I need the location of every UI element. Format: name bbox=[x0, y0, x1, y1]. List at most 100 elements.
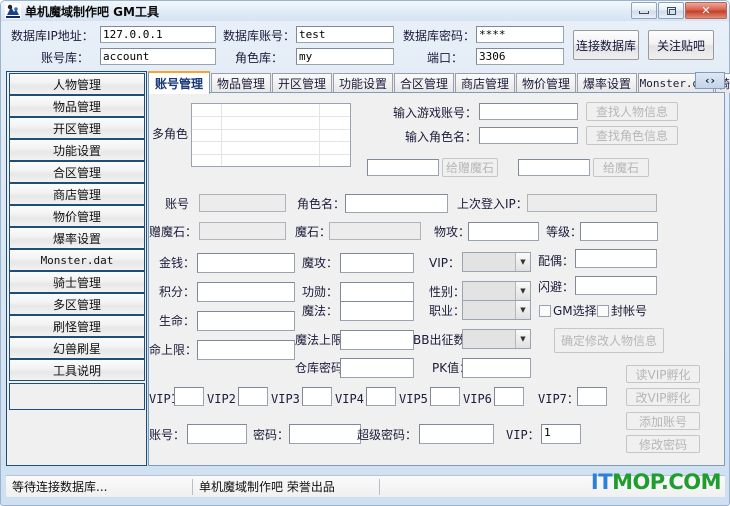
checkbox-box[interactable] bbox=[597, 304, 609, 317]
db-account-input[interactable]: test bbox=[296, 26, 394, 43]
sidebar-item-multizone[interactable]: 多区管理 bbox=[9, 293, 145, 315]
tab-server-open[interactable]: 开区管理 bbox=[272, 73, 332, 93]
tab-function-settings[interactable]: 功能设置 bbox=[333, 73, 393, 93]
connect-database-button[interactable]: 连接数据库 bbox=[573, 30, 639, 60]
bottom-account-input[interactable] bbox=[187, 424, 247, 444]
give-gift-stone-input[interactable] bbox=[367, 159, 439, 176]
chevron-down-icon[interactable]: ▼ bbox=[515, 282, 530, 300]
hp-input[interactable] bbox=[197, 311, 295, 331]
sidebar-item-knight[interactable]: 骑士管理 bbox=[9, 271, 145, 293]
table-row[interactable] bbox=[192, 155, 350, 166]
bb-combobox[interactable]: ▼ bbox=[462, 329, 531, 349]
gender-combobox[interactable]: ▼ bbox=[462, 281, 531, 301]
tab-item-management[interactable]: 物品管理 bbox=[211, 73, 271, 93]
table-row[interactable] bbox=[192, 129, 350, 143]
chevron-down-icon[interactable]: ▼ bbox=[515, 301, 530, 319]
sidebar-item-item[interactable]: 物品管理 bbox=[9, 95, 145, 117]
points-input[interactable] bbox=[197, 282, 295, 302]
chevron-down-icon[interactable]: ▼ bbox=[515, 330, 530, 348]
patk-input[interactable] bbox=[468, 222, 539, 241]
merit-input[interactable] bbox=[340, 282, 414, 302]
find-character-info-button[interactable]: 查找人物信息 bbox=[586, 102, 678, 121]
storepw-input[interactable] bbox=[340, 358, 414, 378]
give-stone-button[interactable]: 给魔石 bbox=[593, 158, 649, 177]
mpmax-input[interactable] bbox=[340, 330, 414, 350]
sidebar-item-price[interactable]: 物价管理 bbox=[9, 205, 145, 227]
vip6-input[interactable] bbox=[494, 387, 524, 406]
follow-tieba-button[interactable]: 关注贴吧 bbox=[648, 30, 714, 60]
db-ip-input[interactable]: 127.0.0.1 bbox=[100, 26, 216, 43]
job-combobox[interactable]: ▼ bbox=[462, 300, 531, 320]
hpmax-input[interactable] bbox=[197, 340, 295, 360]
tab-price-management[interactable]: 物价管理 bbox=[516, 73, 576, 93]
search-account-input[interactable] bbox=[479, 103, 578, 120]
vip7-input[interactable] bbox=[577, 387, 607, 406]
vip5-input[interactable] bbox=[430, 387, 460, 406]
db-account-label: 数据库账号： bbox=[223, 29, 296, 43]
stone-input[interactable] bbox=[329, 222, 421, 240]
checkbox-box[interactable] bbox=[539, 304, 551, 317]
tab-scroll-right-icon[interactable]: › bbox=[711, 75, 716, 86]
pk-input[interactable] bbox=[462, 358, 531, 378]
search-role-input[interactable] bbox=[479, 127, 578, 144]
account-input[interactable] bbox=[199, 194, 286, 212]
sidebar-item-droprate[interactable]: 爆率设置 bbox=[9, 227, 145, 249]
bottom-vip-input[interactable]: 1 bbox=[541, 424, 581, 444]
read-vip-incubation-button[interactable]: 读VIP孵化 bbox=[626, 365, 700, 383]
dodge-input[interactable] bbox=[575, 276, 657, 295]
tab-droprate-settings[interactable]: 爆率设置 bbox=[577, 73, 637, 93]
tab-shop-management[interactable]: 商店管理 bbox=[455, 73, 515, 93]
mp-input[interactable] bbox=[340, 301, 414, 321]
multirole-grid[interactable] bbox=[191, 103, 351, 167]
rolename-input[interactable] bbox=[345, 194, 448, 213]
tab-merge-zone[interactable]: 合区管理 bbox=[394, 73, 454, 93]
level-input[interactable] bbox=[580, 222, 658, 241]
window-controls: ✕ bbox=[631, 2, 727, 19]
sidebar-item-character[interactable]: 人物管理 bbox=[9, 73, 145, 95]
account-db-input[interactable]: account bbox=[100, 48, 216, 65]
sidebar-item-help[interactable]: 工具说明 bbox=[9, 359, 145, 381]
confirm-modify-character-button[interactable]: 确定修改人物信息 bbox=[554, 328, 664, 353]
minimize-button[interactable] bbox=[631, 2, 657, 19]
modify-vip-incubation-button[interactable]: 改VIP孵化 bbox=[626, 388, 700, 406]
port-input[interactable]: 3306 bbox=[476, 48, 564, 65]
sidebar-item-server-open[interactable]: 开区管理 bbox=[9, 117, 145, 139]
sidebar-item-spawn[interactable]: 刷怪管理 bbox=[9, 315, 145, 337]
sidebar-item-pet-star[interactable]: 幻兽刷星 bbox=[9, 337, 145, 359]
table-row[interactable] bbox=[192, 116, 350, 130]
money-input[interactable] bbox=[197, 253, 295, 273]
search-account-label: 输入游戏账号： bbox=[393, 106, 478, 120]
vip2-input[interactable] bbox=[238, 387, 268, 406]
vip4-input[interactable] bbox=[366, 387, 396, 406]
tab-account-management[interactable]: 账号管理 bbox=[148, 71, 210, 94]
bottom-superpw-input[interactable] bbox=[419, 424, 494, 444]
tab-scroll-left-icon[interactable]: ‹ bbox=[705, 75, 710, 86]
change-password-button[interactable]: 修改密码 bbox=[626, 435, 700, 453]
matk-input[interactable] bbox=[340, 253, 414, 273]
spouse-input[interactable] bbox=[575, 249, 657, 268]
table-row[interactable] bbox=[192, 142, 350, 156]
restore-button[interactable] bbox=[658, 2, 684, 19]
lastip-input[interactable] bbox=[527, 194, 657, 212]
vip1-input[interactable] bbox=[174, 387, 204, 406]
db-password-input[interactable]: **** bbox=[476, 26, 564, 43]
bottom-password-input[interactable] bbox=[289, 424, 361, 444]
add-account-button[interactable]: 添加账号 bbox=[626, 412, 700, 430]
sidebar-item-shop[interactable]: 商店管理 bbox=[9, 183, 145, 205]
give-stone-input[interactable] bbox=[518, 159, 590, 176]
vip-combobox[interactable]: ▼ bbox=[462, 252, 531, 272]
chevron-down-icon[interactable]: ▼ bbox=[515, 253, 530, 271]
gm-select-checkbox[interactable]: GM选择 bbox=[539, 302, 597, 319]
sidebar-item-monster-dat[interactable]: Monster.dat bbox=[9, 249, 145, 271]
sidebar-item-merge-zone[interactable]: 合区管理 bbox=[9, 161, 145, 183]
sidebar-item-function[interactable]: 功能设置 bbox=[9, 139, 145, 161]
find-role-info-button[interactable]: 查找角色信息 bbox=[586, 126, 678, 145]
close-button[interactable]: ✕ bbox=[685, 2, 727, 19]
give-gift-stone-button[interactable]: 给赠魔石 bbox=[442, 158, 498, 177]
vip3-input[interactable] bbox=[302, 387, 332, 406]
tab-scroll-buttons[interactable]: ‹ › bbox=[695, 72, 725, 89]
giftstone-input[interactable] bbox=[199, 222, 286, 240]
role-db-input[interactable]: my bbox=[296, 48, 394, 65]
ban-account-checkbox[interactable]: 封帐号 bbox=[597, 302, 647, 319]
table-row[interactable] bbox=[192, 104, 350, 117]
